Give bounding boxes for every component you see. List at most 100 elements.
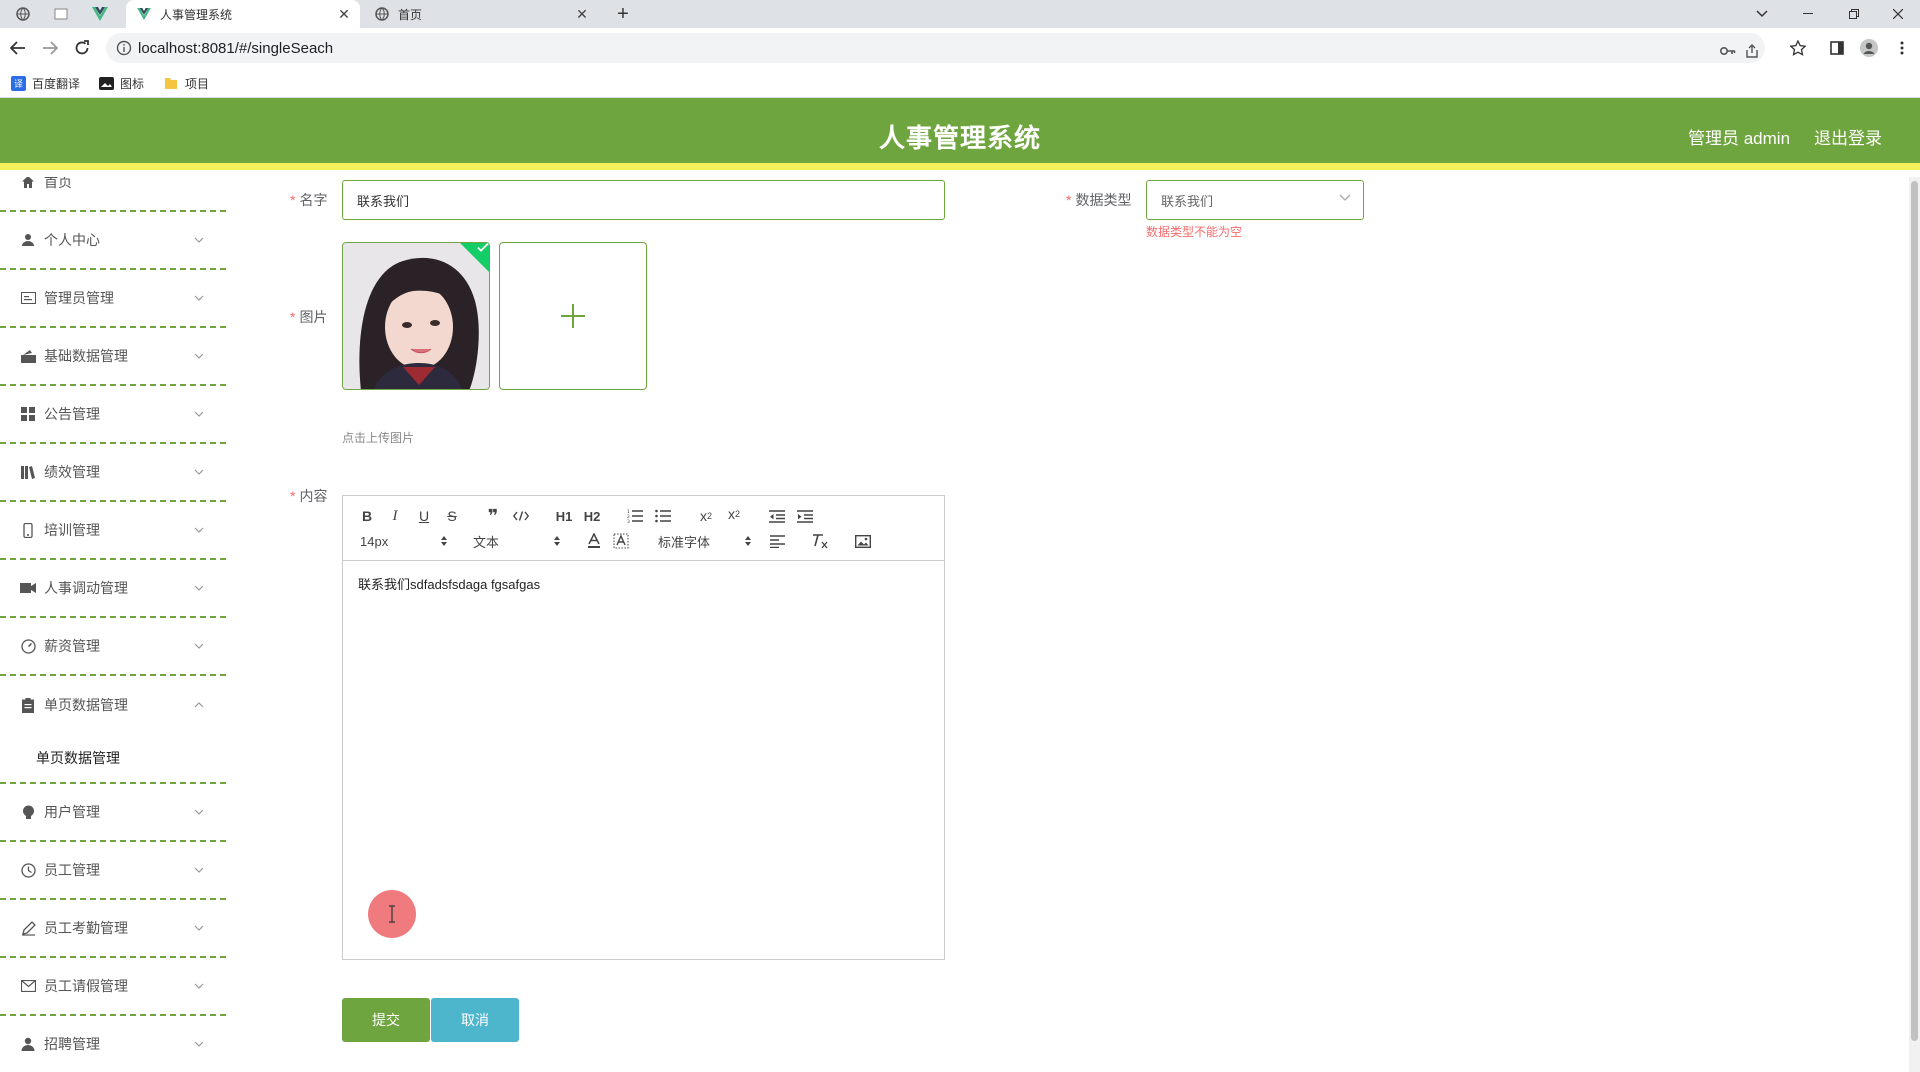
- indent-icon[interactable]: [794, 506, 816, 526]
- profile-icon[interactable]: [1857, 36, 1881, 60]
- sidebar-item-salary[interactable]: 薪资管理: [0, 618, 226, 676]
- chevron-down-icon: [193, 640, 205, 652]
- tab-search-icon[interactable]: [1740, 0, 1784, 28]
- sidebar-item-training[interactable]: 培训管理: [0, 502, 226, 560]
- blockquote-icon[interactable]: ❞: [482, 506, 504, 526]
- library-icon: [20, 464, 36, 480]
- font-size-select[interactable]: 14px: [360, 531, 448, 551]
- bookmark-label: 图标: [120, 76, 145, 91]
- sidebar-item-user-management[interactable]: 用户管理: [0, 784, 226, 842]
- bookmark-item[interactable]: 项目: [163, 74, 209, 92]
- sidebar-item-basic-data[interactable]: 基础数据管理: [0, 328, 226, 386]
- person-icon: [20, 1036, 36, 1052]
- sidebar-item-performance[interactable]: 绩效管理: [0, 444, 226, 502]
- sidebar-subitem-label: 单页数据管理: [36, 750, 120, 766]
- sidebar-item-label: 基础数据管理: [44, 348, 128, 364]
- sidebar-item-label: 招聘管理: [44, 1036, 100, 1052]
- more-menu-icon[interactable]: [1890, 36, 1914, 60]
- code-icon[interactable]: [510, 506, 532, 526]
- h2-icon[interactable]: H2: [581, 506, 603, 526]
- video-icon: [20, 580, 36, 596]
- bold-icon[interactable]: B: [356, 506, 378, 526]
- scrollbar-thumb[interactable]: [1911, 181, 1918, 1041]
- chevron-down-icon: [193, 234, 205, 246]
- outdent-icon[interactable]: [766, 506, 788, 526]
- cancel-button[interactable]: 取消: [431, 998, 519, 1042]
- minimize-icon[interactable]: [1786, 0, 1830, 28]
- side-panel-icon[interactable]: [1825, 36, 1849, 60]
- underline-icon[interactable]: U: [413, 506, 435, 526]
- submit-button[interactable]: 提交: [342, 998, 430, 1042]
- forward-icon[interactable]: [38, 36, 62, 60]
- reload-icon[interactable]: [70, 36, 94, 60]
- close-icon[interactable]: ✕: [336, 6, 352, 22]
- restore-icon[interactable]: [1832, 0, 1876, 28]
- image-upload-button[interactable]: [499, 242, 647, 390]
- tab-home[interactable]: 首页 ✕: [364, 0, 598, 28]
- italic-icon[interactable]: I: [384, 506, 406, 526]
- close-icon[interactable]: ✕: [574, 6, 590, 22]
- align-icon[interactable]: [766, 531, 788, 551]
- sidebar-item-personnel-transfer[interactable]: 人事调动管理: [0, 560, 226, 618]
- sidebar-item-recruitment[interactable]: 招聘管理: [0, 1016, 226, 1072]
- font-size-value: 14px: [360, 533, 389, 549]
- info-icon[interactable]: [116, 40, 132, 56]
- key-icon[interactable]: [1718, 41, 1738, 61]
- page-scrollbar[interactable]: [1909, 177, 1920, 1072]
- data-type-error: 数据类型不能为空: [1146, 225, 1243, 239]
- close-window-icon[interactable]: [1876, 0, 1920, 28]
- logout-link[interactable]: 退出登录: [1814, 124, 1882, 149]
- app-title: 人事管理系统: [878, 123, 1041, 153]
- insert-image-icon[interactable]: [852, 531, 874, 551]
- sidebar-item-label: 员工管理: [44, 862, 100, 878]
- data-type-label: * 数据类型: [1066, 192, 1132, 208]
- editor-content[interactable]: 联系我们sdfadsfsdaga fgsafgas: [358, 574, 540, 593]
- background-color-icon[interactable]: [610, 531, 632, 551]
- sidebar-item-label: 薪资管理: [44, 638, 100, 654]
- bullet-list-icon[interactable]: [652, 506, 674, 526]
- superscript-icon[interactable]: x2: [723, 504, 745, 524]
- content-label: * 内容: [290, 488, 328, 504]
- share-icon[interactable]: [1742, 41, 1762, 61]
- sidebar-item-leave[interactable]: 员工请假管理: [0, 958, 226, 1016]
- font-family-select[interactable]: 标准字体: [658, 531, 752, 551]
- chevron-down-icon: [193, 524, 205, 536]
- sidebar-item-employee-management[interactable]: 员工管理: [0, 842, 226, 900]
- select-arrows-icon: [440, 535, 448, 547]
- sidebar-item-announcement[interactable]: 公告管理: [0, 386, 226, 444]
- star-icon[interactable]: [1786, 36, 1810, 60]
- sidebar-item-label: 员工考勤管理: [44, 920, 128, 936]
- address-bar-row: localhost:8081/#/singleSeach: [0, 28, 1920, 68]
- clear-format-icon[interactable]: [809, 531, 831, 551]
- back-icon[interactable]: [6, 36, 30, 60]
- subscript-icon[interactable]: x2: [695, 506, 717, 526]
- new-tab-icon[interactable]: +: [612, 3, 634, 25]
- chevron-down-icon: [193, 922, 205, 934]
- header-select[interactable]: 文本: [473, 531, 561, 551]
- sidebar-item-home[interactable]: 首页: [0, 177, 226, 212]
- h1-icon[interactable]: H1: [553, 506, 575, 526]
- blank-tab-icon[interactable]: [50, 3, 72, 25]
- data-type-select[interactable]: 联系我们: [1146, 180, 1364, 220]
- strikethrough-icon[interactable]: S: [441, 506, 463, 526]
- sidebar-item-personal-center[interactable]: 个人中心: [0, 212, 226, 270]
- sidebar-item-label: 人事调动管理: [44, 580, 128, 596]
- uploaded-image[interactable]: [342, 242, 490, 390]
- globe-icon[interactable]: [12, 3, 34, 25]
- tab-hrm[interactable]: 人事管理系统 ✕: [126, 0, 360, 28]
- ordered-list-icon[interactable]: 123: [624, 506, 646, 526]
- bookmark-item[interactable]: 图标: [98, 74, 144, 92]
- sidebar-subitem-single-page-data[interactable]: 单页数据管理: [0, 734, 226, 784]
- sidebar-item-single-page-data[interactable]: 单页数据管理: [0, 676, 226, 734]
- bookmark-item[interactable]: 译 百度翻译: [10, 74, 80, 92]
- bookmarks-bar: 译 百度翻译 图标 项目: [0, 68, 1920, 98]
- name-input[interactable]: 联系我们: [342, 180, 945, 220]
- sidebar-item-attendance[interactable]: 员工考勤管理: [0, 900, 226, 958]
- vue-icon[interactable]: [89, 3, 111, 25]
- omnibox[interactable]: localhost:8081/#/singleSeach: [106, 33, 1765, 63]
- text-cursor-icon: [387, 905, 397, 923]
- chevron-down-icon: [193, 582, 205, 594]
- sidebar-item-admin-management[interactable]: 管理员管理: [0, 270, 226, 328]
- text-color-icon[interactable]: [583, 531, 605, 551]
- font-family-value: 标准字体: [658, 534, 711, 550]
